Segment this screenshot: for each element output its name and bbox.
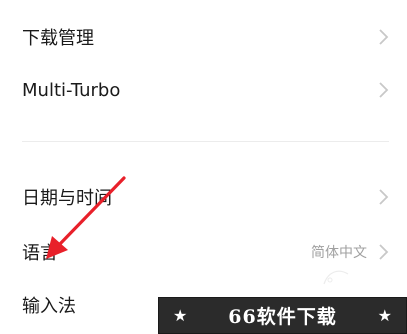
settings-row-multi-turbo[interactable]: Multi-Turbo xyxy=(0,64,407,116)
watermark-banner: ★ 66软件下载 ★ xyxy=(158,297,407,334)
star-icon: ★ xyxy=(377,306,392,325)
row-label: Multi-Turbo xyxy=(22,79,121,101)
chevron-right-icon xyxy=(379,244,389,260)
settings-row-download-manager[interactable]: 下载管理 xyxy=(0,11,407,63)
chevron-right-icon xyxy=(379,82,389,98)
row-label: 语言 xyxy=(22,243,58,264)
row-label: 下载管理 xyxy=(22,28,94,49)
chevron-right-icon xyxy=(379,29,389,45)
star-icon: ★ xyxy=(173,306,188,325)
chevron-right-icon xyxy=(379,189,389,205)
watermark-text: 66软件下载 xyxy=(228,306,337,328)
settings-row-date-time[interactable]: 日期与时间 xyxy=(0,171,407,223)
section-divider xyxy=(22,141,389,142)
row-label: 日期与时间 xyxy=(22,188,112,209)
language-value: 简体中文 xyxy=(311,245,367,261)
settings-row-language[interactable]: 语言 简体中文 xyxy=(0,226,407,278)
